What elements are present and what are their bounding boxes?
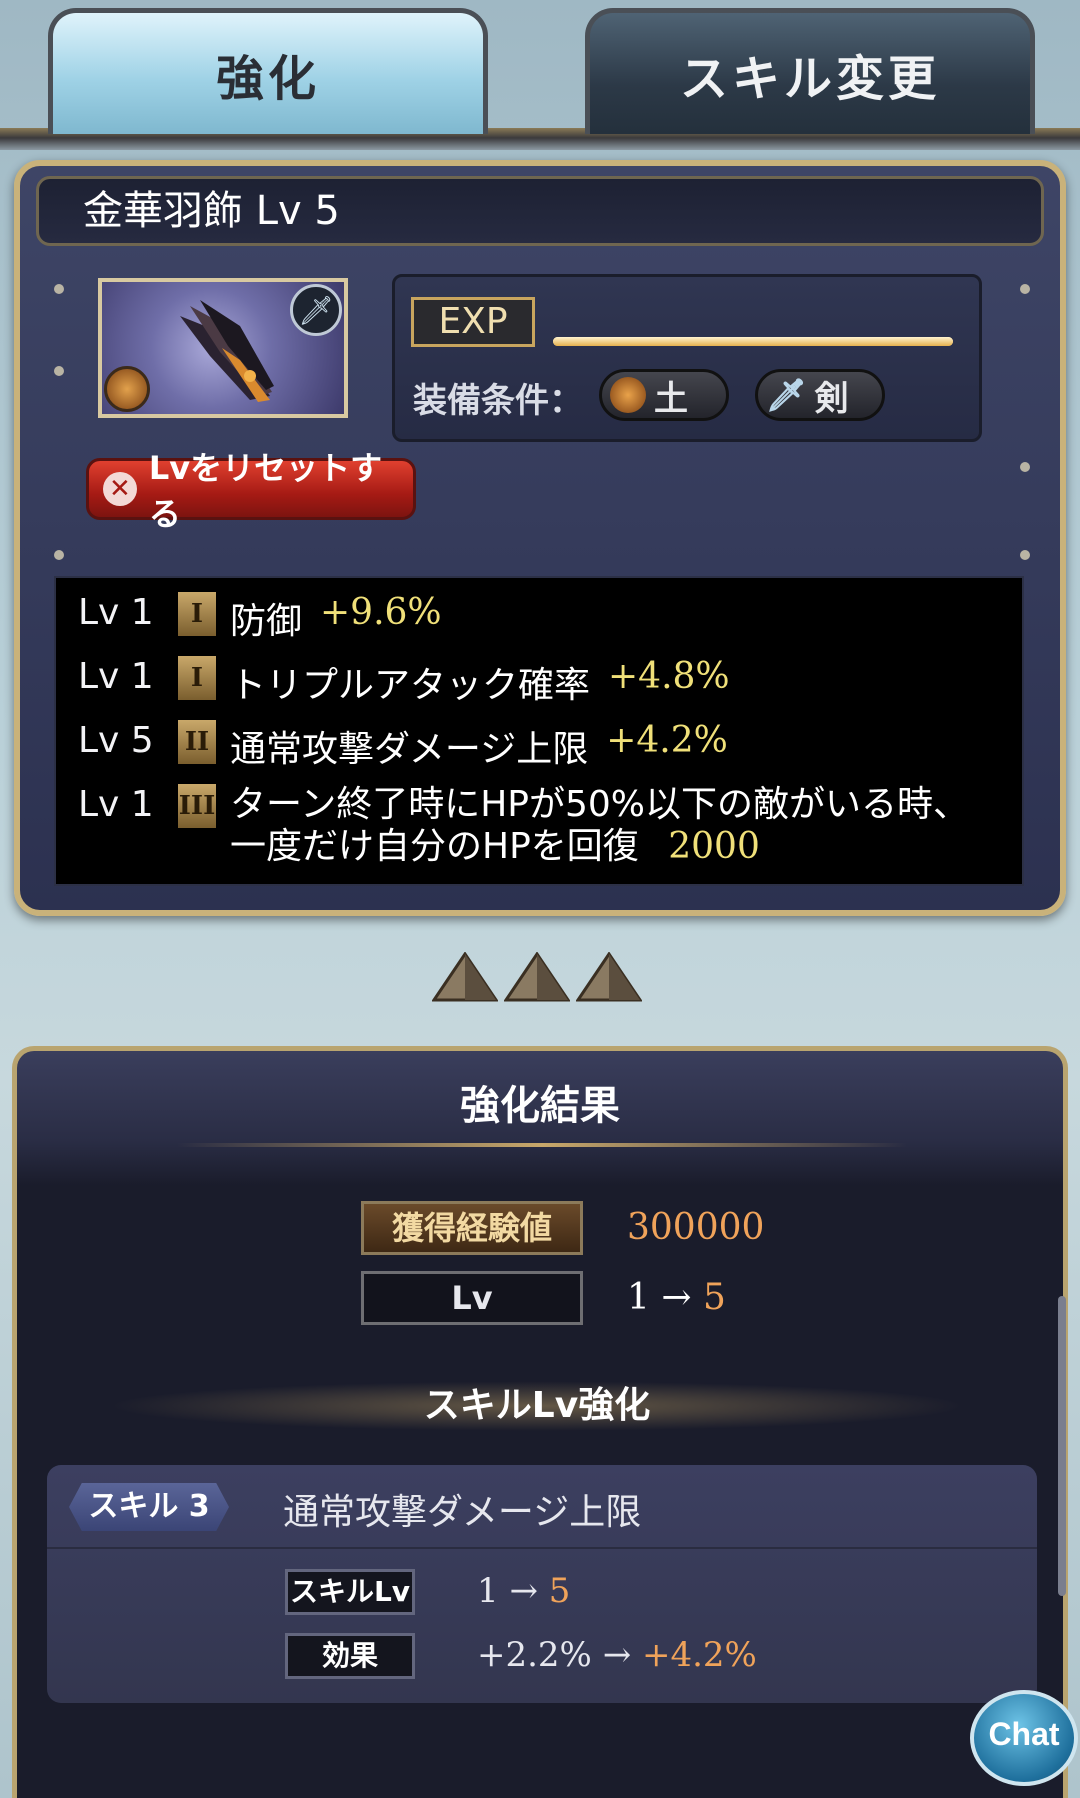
- skill-lv: Lv 5: [78, 720, 154, 761]
- sword-icon: 🗡: [290, 284, 342, 336]
- lv-to: 5: [702, 1277, 726, 1318]
- skill-lv-from: 1: [477, 1571, 499, 1611]
- lv-change: 1 → 5: [627, 1277, 726, 1318]
- skill-name-line2: 一度だけ自分のHPを回復: [230, 826, 639, 867]
- earth-element-icon: [104, 366, 150, 412]
- skill-name-line1: ターン終了時にHPが50%以下の敵がいる時、: [230, 784, 969, 825]
- item-thumbnail[interactable]: 🗡: [98, 278, 348, 418]
- exp-bar-fill: [553, 337, 953, 346]
- pyramid-icon: [504, 952, 570, 1002]
- skill-row: Lv 5 II 通常攻撃ダメージ上限 +4.2%: [78, 720, 1000, 772]
- feather-ornament-icon: [180, 300, 274, 402]
- pyramid-icon: [432, 952, 498, 1002]
- chat-button[interactable]: Chat: [970, 1690, 1078, 1786]
- tab-skill-change[interactable]: スキル変更: [585, 8, 1035, 134]
- skill-name: トリプルアタック確率: [230, 665, 591, 706]
- equip-condition-label: 装備条件：: [413, 381, 583, 421]
- equip-element-badge: 土: [599, 369, 729, 421]
- equip-weapon-text: 剣: [814, 378, 849, 419]
- effect-label: 効果: [285, 1633, 415, 1679]
- skill-upgrade-card: スキル 3 通常攻撃ダメージ上限 スキルLv 1 → 5 効果 +2.2% → …: [47, 1465, 1037, 1703]
- skill-tier-badge: III: [178, 784, 216, 828]
- pyramid-icon: [576, 952, 642, 1002]
- exp-box: EXP 装備条件： 土 🗡 剣: [392, 274, 982, 442]
- divider: [47, 1547, 1037, 1549]
- rivet: [1020, 462, 1030, 472]
- effect-to: +4.2%: [642, 1635, 757, 1675]
- arrow: →: [661, 1277, 692, 1318]
- skill-value: 2000: [668, 826, 760, 867]
- tab-enhance[interactable]: 強化: [48, 8, 488, 134]
- skill-lv: Lv 1: [78, 592, 154, 633]
- effect-change: +2.2% → +4.2%: [477, 1635, 757, 1675]
- skill-name: 通常攻撃ダメージ上限: [283, 1492, 642, 1533]
- skill-tag: スキル 3: [69, 1483, 229, 1531]
- skill-tier-badge: I: [178, 592, 216, 636]
- exp-label: EXP: [411, 297, 535, 347]
- rivet: [54, 366, 64, 376]
- lv-label: Lv: [361, 1271, 583, 1325]
- ornament-divider: [177, 1143, 907, 1147]
- effect-from: +2.2%: [477, 1635, 592, 1675]
- sword-icon: 🗡: [766, 376, 807, 414]
- rivet: [1020, 284, 1030, 294]
- skill-lv: Lv 1: [78, 656, 154, 697]
- arrow: →: [602, 1635, 632, 1675]
- result-title: 強化結果: [460, 1083, 620, 1129]
- skill-value: +9.6%: [320, 592, 442, 633]
- rivet: [54, 550, 64, 560]
- skill-lv: Lv 1: [78, 784, 154, 825]
- equip-weapon-badge: 🗡 剣: [755, 369, 885, 421]
- skill-name: ターン終了時にHPが50%以下の敵がいる時、 一度だけ自分のHPを回復 2000: [230, 784, 969, 868]
- skill-row: Lv 1 III ターン終了時にHPが50%以下の敵がいる時、 一度だけ自分のH…: [78, 784, 1000, 868]
- skill-name: 防御: [230, 601, 303, 642]
- tab-bar: 強化 スキル変更: [0, 0, 1080, 150]
- skill-value: +4.8%: [608, 656, 730, 697]
- skill-row: Lv 1 I トリプルアタック確率 +4.8%: [78, 656, 1000, 708]
- rivet: [1020, 550, 1030, 560]
- skill-list: Lv 1 I 防御 +9.6% Lv 1 I トリプルアタック確率 +4.8% …: [54, 576, 1024, 886]
- reset-lv-label: Lvをリセットする: [148, 449, 383, 533]
- exp-gained-value: 300000: [627, 1207, 765, 1248]
- skill-lv-label: スキルLv: [285, 1569, 415, 1615]
- arrow: →: [509, 1571, 538, 1611]
- scrollbar[interactable]: [1058, 1296, 1066, 1596]
- rivet: [54, 284, 64, 294]
- item-title: 金華羽飾 Lv 5: [36, 176, 1044, 246]
- exp-bar: [553, 337, 953, 346]
- lv-from: 1: [627, 1277, 650, 1318]
- equip-element-text: 土: [654, 378, 688, 419]
- skill-value: +4.2%: [606, 720, 728, 761]
- skill-row: Lv 1 I 防御 +9.6%: [78, 592, 1000, 644]
- skill-lv-to: 5: [548, 1571, 571, 1611]
- reset-lv-button[interactable]: ✕ Lvをリセットする: [86, 449, 416, 533]
- skill-tier-badge: II: [178, 720, 216, 764]
- exp-gained-label: 獲得経験値: [361, 1201, 583, 1255]
- skill-lv-heading: スキルLv強化: [107, 1381, 967, 1431]
- item-panel: 金華羽飾 Lv 5 🗡 EXP 装備条件： 土 🗡 剣 ✕ Lvをリセットする …: [14, 160, 1066, 916]
- close-icon: ✕: [103, 472, 137, 506]
- skill-tier-badge: I: [178, 656, 216, 700]
- earth-element-icon: [610, 377, 646, 413]
- skill-name: 通常攻撃ダメージ上限: [230, 729, 589, 770]
- skill-lv-change: 1 → 5: [477, 1571, 570, 1611]
- result-panel: 強化結果 獲得経験値 300000 Lv 1 → 5 スキルLv強化 スキル 3…: [12, 1046, 1068, 1798]
